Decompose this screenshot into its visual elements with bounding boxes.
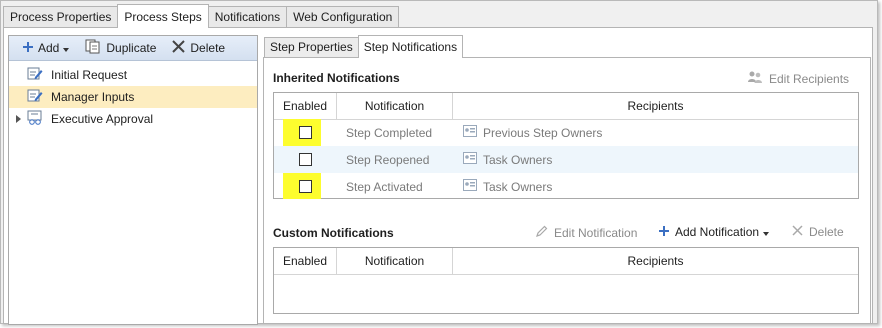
duplicate-label: Duplicate — [106, 41, 157, 55]
notification-cell: Step Completed — [346, 125, 433, 140]
step-sub-tab-bar: Step Properties Step Notifications — [264, 35, 464, 58]
table-row[interactable]: Step Activated Task Owners — [274, 173, 858, 200]
tab-web-configuration[interactable]: Web Configuration — [286, 6, 400, 28]
column-header-notification[interactable]: Notification — [337, 93, 453, 119]
column-header-enabled[interactable]: Enabled — [274, 93, 337, 119]
column-header-recipients[interactable]: Recipients — [453, 248, 858, 274]
recipients-label: Task Owners — [483, 152, 553, 167]
inherited-rows: Step Completed Previous Step Owners Step… — [274, 119, 858, 200]
tab-notifications[interactable]: Notifications — [207, 6, 288, 28]
recipients-cell: Previous Step Owners — [453, 125, 858, 140]
pencil-icon — [536, 225, 548, 240]
add-button[interactable]: Add — [23, 41, 70, 55]
grid-header: Enabled Notification Recipients — [274, 248, 858, 275]
close-icon — [792, 225, 803, 239]
tree-item-label: Manager Inputs — [51, 90, 135, 104]
column-header-notification[interactable]: Notification — [337, 248, 453, 274]
column-header-recipients[interactable]: Recipients — [453, 93, 858, 119]
close-icon — [172, 40, 186, 56]
expand-arrow-icon[interactable] — [16, 115, 21, 123]
tree-item-label: Executive Approval — [51, 112, 154, 126]
table-row[interactable]: Step Completed Previous Step Owners — [274, 119, 858, 146]
duplicate-button[interactable]: Duplicate — [85, 39, 156, 57]
delete-label: Delete — [190, 41, 226, 55]
top-tab-bar: Process Properties Process Steps Notific… — [3, 4, 400, 28]
add-label: Add — [38, 41, 60, 55]
steps-toolbar: Add Duplicate Delete — [9, 36, 257, 61]
add-notification-button[interactable]: Add Notification — [659, 225, 770, 239]
edit-notification-button[interactable]: Edit Notification — [536, 225, 637, 240]
delete-step-button[interactable]: Delete — [172, 40, 225, 56]
table-row[interactable]: Step Reopened Task Owners — [274, 146, 858, 173]
edit-recipients-button[interactable]: Edit Recipients — [747, 70, 849, 87]
recipients-label: Previous Step Owners — [483, 125, 603, 140]
plus-icon — [659, 225, 669, 239]
tab-process-properties[interactable]: Process Properties — [3, 6, 119, 28]
recipient-card-icon — [463, 179, 477, 194]
tab-process-steps[interactable]: Process Steps — [117, 4, 209, 28]
step-edit-icon — [27, 66, 43, 84]
recipients-label: Task Owners — [483, 179, 553, 194]
delete-notification-button[interactable]: Delete — [792, 225, 844, 239]
tree-item-initial-request[interactable]: Initial Request — [9, 64, 257, 86]
custom-notifications-grid: Enabled Notification Recipients — [273, 247, 859, 314]
edit-recipients-label: Edit Recipients — [769, 71, 850, 86]
chevron-down-icon — [763, 225, 770, 239]
tree-item-manager-inputs[interactable]: Manager Inputs — [9, 86, 257, 108]
grid-header: Enabled Notification Recipients — [274, 93, 858, 120]
people-icon — [747, 70, 763, 87]
duplicate-icon — [85, 39, 101, 57]
enabled-checkbox[interactable] — [299, 180, 312, 193]
step-edit-icon — [27, 88, 43, 106]
steps-tree: Initial Request Manager Inputs Executive… — [9, 61, 257, 130]
chevron-down-icon — [63, 41, 70, 55]
enabled-checkbox[interactable] — [299, 126, 312, 139]
enabled-checkbox[interactable] — [299, 153, 312, 166]
custom-notifications-title: Custom Notifications — [273, 226, 394, 240]
edit-notification-label: Edit Notification — [554, 225, 638, 240]
recipients-cell: Task Owners — [453, 152, 858, 167]
tab-step-notifications[interactable]: Step Notifications — [357, 35, 464, 58]
tab-step-properties[interactable]: Step Properties — [264, 37, 359, 57]
add-notification-label: Add Notification — [675, 225, 760, 239]
tree-item-executive-approval[interactable]: Executive Approval — [9, 108, 257, 130]
recipient-card-icon — [463, 125, 477, 140]
steps-pane: Add Duplicate Delete Initial Request Man… — [8, 35, 258, 325]
approval-step-icon — [27, 110, 43, 128]
delete-notification-label: Delete — [809, 225, 844, 239]
recipients-cell: Task Owners — [453, 179, 858, 194]
column-header-enabled[interactable]: Enabled — [274, 248, 337, 274]
plus-icon — [23, 41, 33, 55]
recipient-card-icon — [463, 152, 477, 167]
tree-item-label: Initial Request — [51, 68, 128, 82]
inherited-notifications-title: Inherited Notifications — [273, 71, 400, 85]
notification-cell: Step Reopened — [346, 152, 430, 167]
notification-cell: Step Activated — [346, 179, 423, 194]
